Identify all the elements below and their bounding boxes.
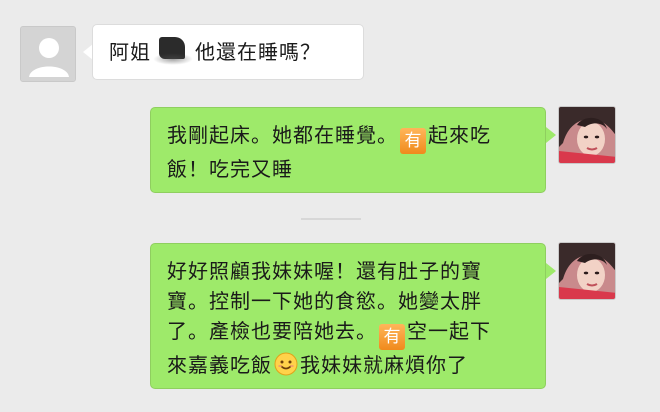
message-text: 我剛起床。她都在睡覺。 xyxy=(167,123,398,147)
outgoing-message-bubble[interactable]: 我剛起床。她都在睡覺。有起來吃 飯！吃完又睡 xyxy=(150,107,546,193)
message-text: 我妹妹就麻煩你了 xyxy=(300,353,468,377)
contact-avatar[interactable] xyxy=(20,26,76,82)
profile-photo-icon xyxy=(559,243,615,299)
bubble-tail xyxy=(546,127,556,143)
incoming-message-bubble[interactable]: 阿姐 他還在睡嗎？ xyxy=(92,24,364,80)
outgoing-message-bubble[interactable]: 好好照顧我妹妹喔！還有肚子的寶 寶。控制一下她的食慾。她變太胖 了。產檢也要陪她… xyxy=(150,243,546,389)
message-text: 他還在睡嗎？ xyxy=(195,40,321,64)
message-text: 來嘉義吃飯 xyxy=(167,353,272,377)
bubble-tail xyxy=(546,263,556,279)
message-text: 了。產檢也要陪她去。 xyxy=(167,319,377,343)
message-text: 起來吃 xyxy=(428,123,491,147)
smile-emoji-icon xyxy=(274,352,298,376)
message-text: 空一起下 xyxy=(407,319,491,343)
you-character-icon: 有 xyxy=(400,128,426,154)
self-avatar[interactable] xyxy=(558,242,616,300)
default-user-avatar-icon xyxy=(21,27,75,81)
message-text: 寶。控制一下她的食慾。她變太胖 xyxy=(167,289,482,313)
timestamp-divider xyxy=(301,218,361,220)
profile-photo-icon xyxy=(559,107,615,163)
you-character-icon: 有 xyxy=(379,324,405,350)
redacted-name-mark xyxy=(153,37,193,65)
message-text: 飯！吃完又睡 xyxy=(167,157,293,181)
message-text: 阿姐 xyxy=(109,40,151,64)
self-avatar[interactable] xyxy=(558,106,616,164)
message-text: 好好照顧我妹妹喔！還有肚子的寶 xyxy=(167,259,482,283)
